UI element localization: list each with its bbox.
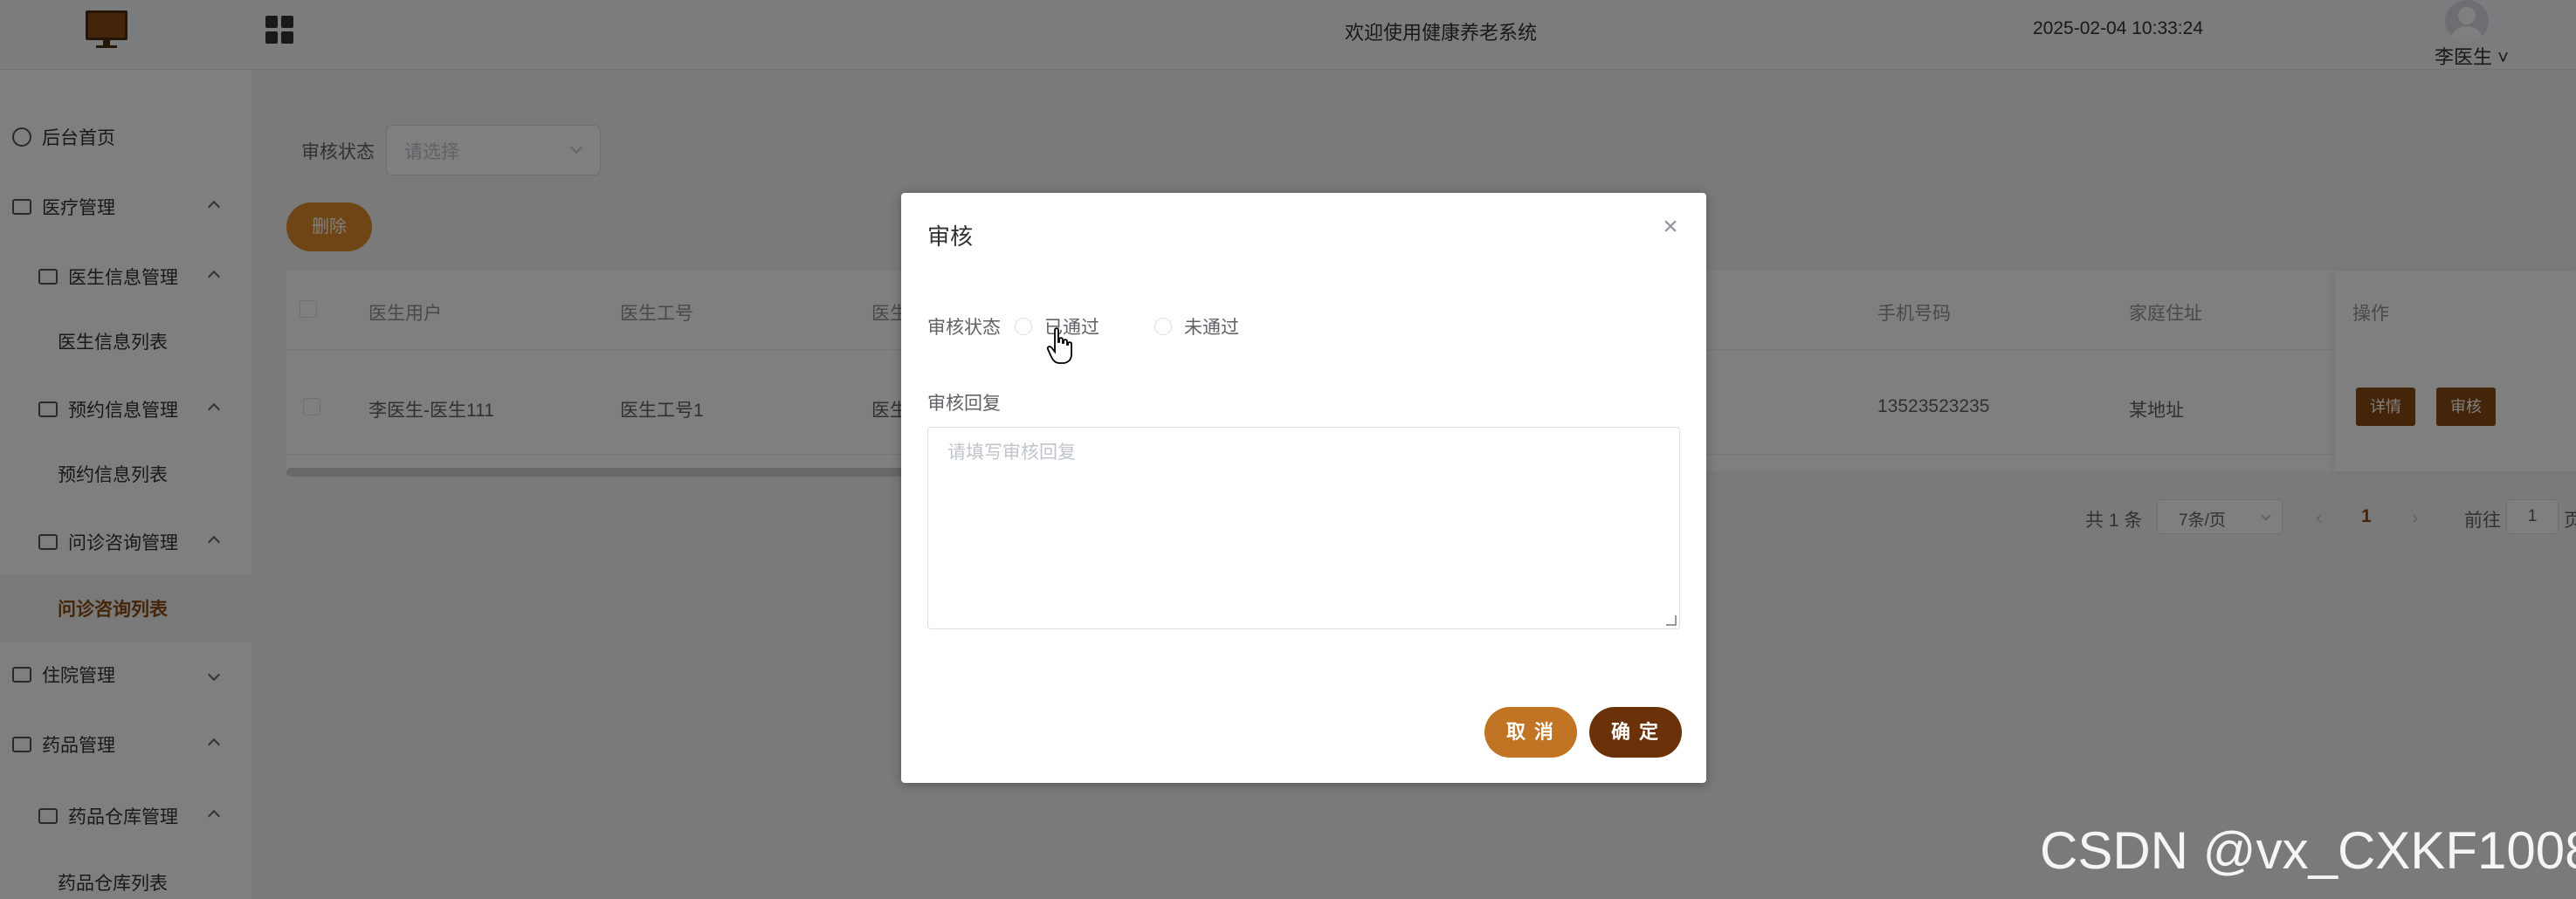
cancel-button[interactable]: 取 消 (1484, 707, 1577, 758)
review-reply-textarea[interactable]: 请填写审核回复 (927, 427, 1680, 629)
review-dialog: 审核 × 审核状态 已通过 未通过 审核回复 请填写审核回复 取 消 确 定 (901, 193, 1706, 783)
radio-label: 未通过 (1184, 318, 1239, 338)
status-label: 审核状态 (927, 318, 1001, 338)
close-icon[interactable]: × (1657, 214, 1684, 240)
radio-circle (1015, 318, 1032, 335)
radio-rejected[interactable]: 未通过 (1154, 313, 1239, 340)
reply-label: 审核回复 (927, 394, 1001, 414)
textarea-placeholder: 请填写审核回复 (947, 443, 1076, 463)
hand-cursor-icon (1046, 327, 1072, 364)
resize-handle-icon[interactable] (1666, 615, 1677, 626)
watermark: CSDN @vx_CXKF10088 (2040, 821, 2576, 880)
dialog-title: 审核 (927, 223, 974, 250)
radio-circle (1154, 318, 1172, 335)
confirm-button[interactable]: 确 定 (1589, 707, 1682, 758)
